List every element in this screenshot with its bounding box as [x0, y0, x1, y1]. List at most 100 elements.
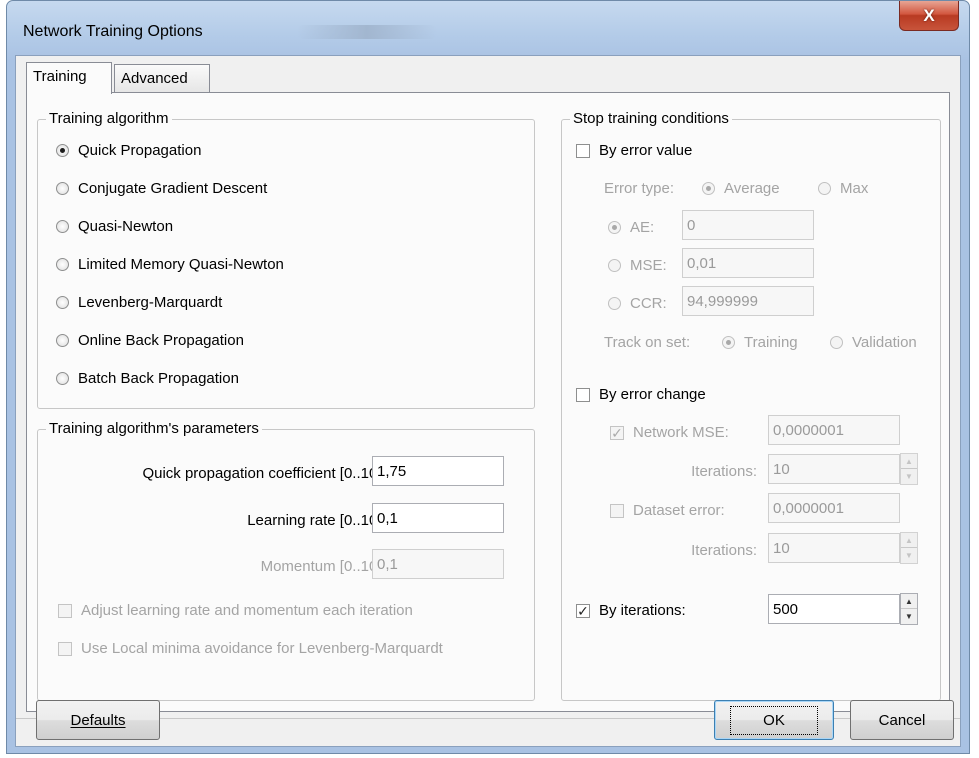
radio-label: Online Back Propagation [78, 332, 244, 349]
radio-ae[interactable]: AE: [608, 219, 654, 236]
network-mse-field[interactable]: 0,0000001 [768, 415, 900, 445]
ok-button-label: OK [730, 705, 818, 735]
dataset-error-checkbox-row[interactable]: Dataset error: [610, 502, 725, 519]
by-iterations-label: By iterations: [599, 602, 686, 619]
radio-label: MSE: [630, 257, 667, 274]
radio-batch-back-propagation[interactable]: Batch Back Propagation [56, 370, 239, 387]
radio-icon[interactable] [56, 296, 69, 309]
cancel-button[interactable]: Cancel [850, 700, 954, 740]
checkmark-icon[interactable]: ✓ [576, 603, 590, 618]
spin-down-icon[interactable]: ▼ [901, 469, 917, 484]
iterations-field-1[interactable]: 10 [768, 454, 900, 484]
checkmark-icon[interactable]: ✓ [610, 425, 624, 440]
spin-up-icon[interactable]: ▲ [901, 454, 917, 469]
error-type-label: Error type: [604, 180, 675, 197]
iterations-label-1: Iterations: [691, 463, 757, 480]
local-minima-checkbox-row[interactable]: Use Local minima avoidance for Levenberg… [58, 640, 443, 657]
radio-quasi-newton[interactable]: Quasi-Newton [56, 218, 173, 235]
radio-label: Validation [852, 334, 917, 351]
radio-label: Levenberg-Marquardt [78, 294, 223, 311]
radio-icon[interactable] [608, 297, 621, 310]
radio-error-max[interactable]: Max [818, 180, 868, 197]
radio-mse[interactable]: MSE: [608, 257, 667, 274]
radio-icon[interactable] [56, 334, 69, 347]
checkbox-icon[interactable] [58, 603, 72, 618]
title-bar[interactable]: Network Training Options X [7, 1, 969, 55]
radio-selected-icon[interactable] [702, 182, 715, 195]
training-tab-panel: Training algorithm Quick Propagation Con… [26, 92, 950, 712]
iterations-spinner-1[interactable]: ▲ ▼ [900, 453, 918, 485]
radio-label: AE: [630, 219, 655, 236]
learning-rate-field[interactable]: 0,1 [372, 503, 504, 533]
stop-conditions-title: Stop training conditions [570, 110, 732, 127]
dialog-window: Network Training Options X Training Adva… [6, 0, 970, 754]
by-iterations-field[interactable]: 500 [768, 594, 900, 624]
radio-label: Max [840, 180, 869, 197]
mse-field[interactable]: 0,01 [682, 248, 814, 278]
by-error-value-checkbox-row[interactable]: By error value [576, 142, 692, 159]
by-iterations-spinner[interactable]: ▲ ▼ [900, 593, 918, 625]
radio-quick-propagation[interactable]: Quick Propagation [56, 142, 201, 159]
radio-icon[interactable] [818, 182, 831, 195]
radio-track-validation[interactable]: Validation [830, 334, 917, 351]
checkbox-icon[interactable] [576, 143, 590, 158]
radio-icon[interactable] [56, 182, 69, 195]
radio-icon[interactable] [56, 220, 69, 233]
radio-online-back-propagation[interactable]: Online Back Propagation [56, 332, 244, 349]
by-error-change-label: By error change [599, 386, 706, 403]
radio-conjugate-gradient[interactable]: Conjugate Gradient Descent [56, 180, 267, 197]
by-error-change-checkbox-row[interactable]: By error change [576, 386, 706, 403]
radio-label: Batch Back Propagation [78, 370, 239, 387]
training-algorithm-group: Training algorithm Quick Propagation Con… [37, 110, 535, 409]
radio-icon[interactable] [608, 259, 621, 272]
iterations-spinner-2[interactable]: ▲ ▼ [900, 532, 918, 564]
qp-coefficient-label: Quick propagation coefficient [0..100]: [142, 465, 394, 482]
radio-icon[interactable] [56, 258, 69, 271]
qp-coefficient-field[interactable]: 1,75 [372, 456, 504, 486]
dataset-error-label: Dataset error: [633, 502, 725, 519]
radio-ccr[interactable]: CCR: [608, 295, 667, 312]
training-algorithm-title: Training algorithm [46, 110, 172, 127]
dataset-error-field[interactable]: 0,0000001 [768, 493, 900, 523]
network-mse-checkbox-row[interactable]: ✓ Network MSE: [610, 424, 729, 441]
spin-down-icon[interactable]: ▼ [901, 548, 917, 563]
radio-label: Conjugate Gradient Descent [78, 180, 268, 197]
tab-advanced[interactable]: Advanced [114, 64, 210, 92]
checkbox-icon[interactable] [58, 641, 72, 656]
radio-label: Training [744, 334, 798, 351]
spin-down-icon[interactable]: ▼ [901, 609, 917, 624]
tab-training[interactable]: Training [26, 62, 112, 94]
by-error-value-label: By error value [599, 142, 693, 159]
close-button[interactable]: X [899, 1, 959, 31]
defaults-button[interactable]: Defaults [36, 700, 160, 740]
close-icon: X [923, 5, 935, 25]
radio-icon[interactable] [830, 336, 843, 349]
track-on-set-label: Track on set: [604, 334, 691, 351]
adjust-lr-checkbox-row[interactable]: Adjust learning rate and momentum each i… [58, 602, 413, 619]
by-iterations-checkbox-row[interactable]: ✓ By iterations: [576, 602, 686, 619]
stop-conditions-group: Stop training conditions By error value … [561, 110, 941, 701]
checkbox-icon[interactable] [610, 503, 624, 518]
momentum-field[interactable]: 0,1 [372, 549, 504, 579]
radio-levenberg-marquardt[interactable]: Levenberg-Marquardt [56, 294, 222, 311]
blurred-title-text [297, 25, 437, 39]
local-minima-label: Use Local minima avoidance for Levenberg… [81, 640, 443, 657]
radio-label: Quasi-Newton [78, 218, 174, 235]
radio-track-training[interactable]: Training [722, 334, 798, 351]
radio-limited-memory-quasi-newton[interactable]: Limited Memory Quasi-Newton [56, 256, 284, 273]
radio-selected-icon[interactable] [608, 221, 621, 234]
iterations-field-2[interactable]: 10 [768, 533, 900, 563]
spin-up-icon[interactable]: ▲ [901, 594, 917, 609]
spin-up-icon[interactable]: ▲ [901, 533, 917, 548]
radio-icon[interactable] [56, 372, 69, 385]
checkbox-icon[interactable] [576, 387, 590, 402]
parameters-title: Training algorithm's parameters [46, 420, 262, 437]
ok-button[interactable]: OK [714, 700, 834, 740]
ae-field[interactable]: 0 [682, 210, 814, 240]
ccr-field[interactable]: 94,999999 [682, 286, 814, 316]
radio-selected-icon[interactable] [56, 144, 69, 157]
iterations-label-2: Iterations: [691, 542, 757, 559]
radio-error-average[interactable]: Average [702, 180, 780, 197]
radio-selected-icon[interactable] [722, 336, 735, 349]
parameters-group: Training algorithm's parameters Quick pr… [37, 420, 535, 701]
